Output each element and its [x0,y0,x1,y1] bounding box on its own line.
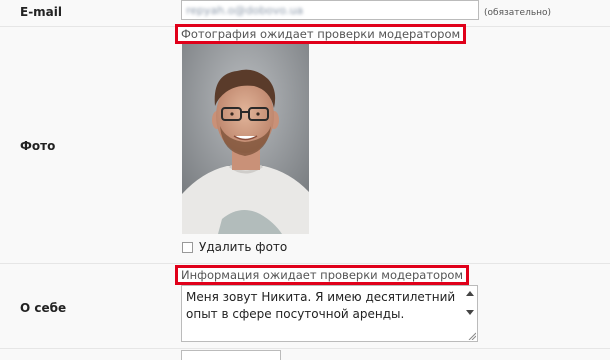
photo-row: Фотография ожидает проверки модератором … [0,24,610,264]
about-label: О себе [20,301,67,315]
email-row: E-mail repyah.o@dobovo.ua (обязательно) [0,0,610,27]
email-label: E-mail [20,5,63,19]
resize-grip-icon[interactable] [468,332,476,340]
about-text-value: Меня зовут Никита. Я имею десятилетний о… [186,290,456,321]
next-field[interactable] [181,350,281,360]
scroll-down-icon[interactable] [466,310,474,315]
profile-photo [182,44,309,234]
about-moderation-notice: Информация ожидает проверки модератором [175,265,470,285]
delete-photo-row[interactable]: Удалить фото [182,240,287,254]
delete-photo-checkbox[interactable] [182,241,193,253]
about-row: Информация ожидает проверки модератором … [0,264,610,349]
email-field[interactable]: repyah.o@dobovo.ua [181,0,479,20]
about-textarea[interactable]: Меня зовут Никита. Я имею десятилетний о… [181,285,478,342]
photo-label: Фото [20,139,56,153]
email-value: repyah.o@dobovo.ua [186,4,304,17]
photo-moderation-notice: Фотография ожидает проверки модератором [175,24,467,44]
scroll-up-icon[interactable] [466,291,474,296]
required-hint: (обязательно) [484,8,552,18]
delete-photo-label: Удалить фото [199,240,288,254]
